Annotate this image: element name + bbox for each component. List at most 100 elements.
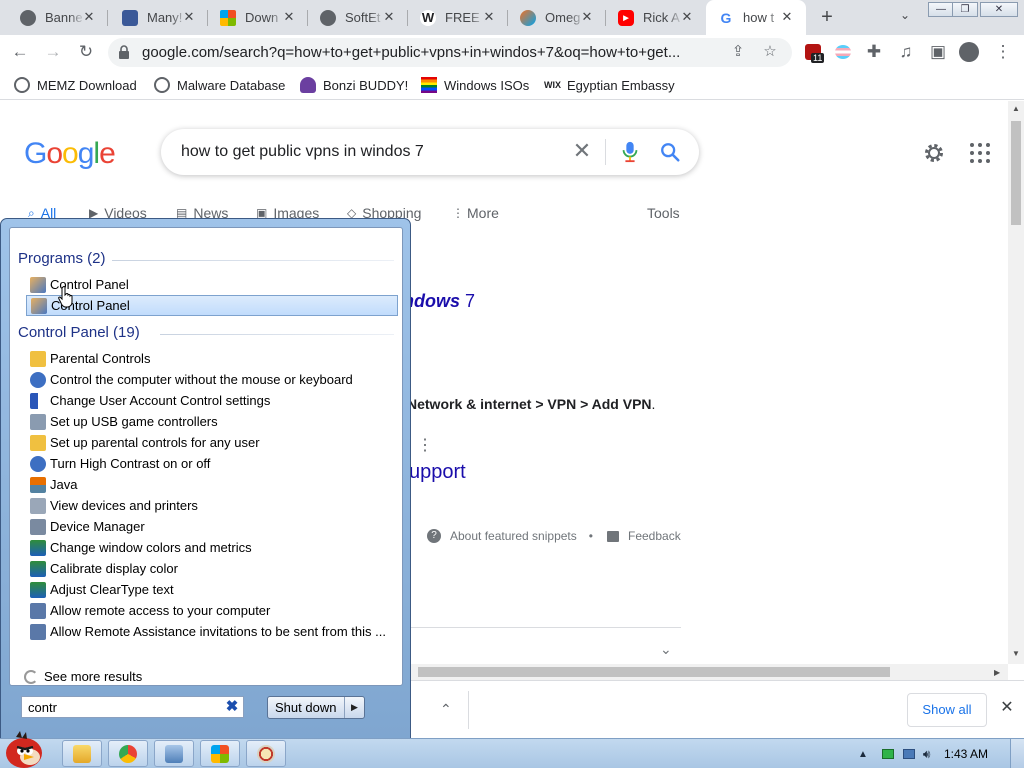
browser-tab-active[interactable]: G how t ✕	[706, 0, 806, 35]
control-panel-result[interactable]: Change window colors and metrics	[26, 537, 398, 558]
control-panel-result[interactable]: Calibrate display color	[26, 558, 398, 579]
control-panel-result[interactable]: Parental Controls	[26, 348, 398, 369]
apps-grid-icon[interactable]	[970, 143, 990, 163]
browser-tab[interactable]: SoftEt ✕	[308, 0, 408, 35]
side-panel-icon[interactable]: ▣	[927, 41, 949, 63]
back-arrow-icon[interactable]: ←	[9, 41, 31, 63]
search-icon[interactable]	[659, 141, 681, 163]
control-panel-result[interactable]: Adjust ClearType text	[26, 579, 398, 600]
reload-icon[interactable]: ↻	[75, 41, 97, 63]
close-icon[interactable]: ✕	[382, 10, 396, 24]
browser-tab[interactable]: Omeg ✕	[508, 0, 606, 35]
google-logo[interactable]: Google	[24, 137, 116, 171]
scroll-right-arrow-icon[interactable]: ▶	[994, 668, 1000, 677]
browser-tab[interactable]: ▶ Rick A ✕	[606, 0, 706, 35]
more-menu-icon[interactable]: ⋮	[992, 41, 1014, 63]
clear-search-icon[interactable]: ✖	[224, 699, 240, 715]
bookmark-item[interactable]: WIX Egyptian Embassy	[544, 75, 675, 95]
profile-avatar-icon[interactable]	[958, 41, 980, 63]
chevron-down-icon[interactable]: ⌄	[896, 8, 914, 26]
see-more-results-link[interactable]: See more results	[24, 669, 142, 684]
horizontal-scrollbar[interactable]: ▶	[404, 664, 1008, 680]
more-options-icon[interactable]: ⋮	[417, 435, 433, 455]
shutdown-button[interactable]: Shut down ▶	[267, 696, 365, 719]
close-icon[interactable]: ✕	[82, 10, 96, 24]
taskbar-paint-button[interactable]	[246, 740, 286, 767]
puzzle-extensions-icon[interactable]: ✚	[863, 41, 885, 63]
address-bar[interactable]: google.com/search?q=how+to+get+public+vp…	[108, 38, 792, 67]
scroll-down-arrow-icon[interactable]: ▼	[1012, 650, 1020, 658]
close-icon[interactable]: ✕	[780, 10, 794, 24]
show-hidden-icons-icon[interactable]: ▲	[858, 749, 868, 760]
restore-button[interactable]: ❐	[952, 2, 978, 17]
result-link[interactable]: upport	[409, 461, 466, 484]
media-control-icon[interactable]: ♫	[895, 41, 917, 63]
network-tray-icon[interactable]	[902, 749, 915, 759]
bookmark-item[interactable]: Windows ISOs	[421, 75, 529, 95]
chevron-up-icon[interactable]: ⌃	[440, 701, 454, 717]
bookmark-star-icon[interactable]: ☆	[760, 42, 780, 62]
control-panel-result[interactable]: Set up USB game controllers	[26, 411, 398, 432]
bookmark-item[interactable]: MEMZ Download	[14, 75, 137, 95]
programs-group-header[interactable]: Programs (2)	[18, 250, 106, 267]
microphone-icon[interactable]	[621, 141, 639, 163]
start-button-angry-bird-icon[interactable]	[2, 729, 46, 768]
control-panel-result[interactable]: View devices and printers	[26, 495, 398, 516]
control-panel-result[interactable]: Set up parental controls for any user	[26, 432, 398, 453]
battery-icon[interactable]	[881, 749, 894, 759]
trans-flag-extension-icon[interactable]	[832, 41, 854, 63]
scroll-up-arrow-icon[interactable]: ▲	[1012, 105, 1020, 113]
start-search-input[interactable]	[22, 697, 220, 717]
close-icon[interactable]: ✕	[182, 10, 196, 24]
bookmark-item[interactable]: Bonzi BUDDY!	[300, 75, 408, 95]
close-icon[interactable]: ✕	[999, 700, 1015, 716]
close-icon[interactable]: ✕	[680, 10, 694, 24]
browser-tab[interactable]: Down ✕	[208, 0, 308, 35]
search-input[interactable]: how to get public vpns in windos 7	[181, 143, 424, 161]
program-result-selected[interactable]: Control Panel	[26, 295, 398, 316]
taskbar-network-button[interactable]	[154, 740, 194, 767]
lock-icon[interactable]	[118, 45, 130, 59]
control-panel-result[interactable]: Change User Account Control settings	[26, 390, 398, 411]
tools-button[interactable]: Tools	[647, 205, 680, 221]
extension-icon[interactable]: 11	[802, 41, 825, 63]
scrollbar-thumb[interactable]	[418, 667, 890, 677]
new-tab-button[interactable]: +	[817, 6, 837, 28]
clear-search-icon[interactable]: ✕	[571, 140, 593, 162]
close-icon[interactable]: ✕	[282, 10, 296, 24]
about-featured-snippets-link[interactable]: ? About featured snippets •	[427, 529, 593, 543]
control-panel-group-header[interactable]: Control Panel (19)	[18, 324, 140, 341]
control-panel-result[interactable]: Device Manager	[26, 516, 398, 537]
close-icon[interactable]: ✕	[482, 10, 496, 24]
browser-tab[interactable]: Many! ✕	[110, 0, 208, 35]
minimize-button[interactable]: —	[928, 2, 954, 17]
bookmark-item[interactable]: Malware Database	[154, 75, 285, 95]
url-text[interactable]: google.com/search?q=how+to+get+public+vp…	[142, 44, 718, 61]
start-search-box[interactable]: ✖	[21, 696, 244, 718]
forward-arrow-icon[interactable]: →	[42, 41, 64, 63]
control-panel-result[interactable]: Control the computer without the mouse o…	[26, 369, 398, 390]
share-icon[interactable]: ⇪	[728, 42, 748, 62]
volume-icon[interactable]: 🔊︎	[923, 747, 931, 762]
control-panel-result[interactable]: Allow Remote Assistance invitations to b…	[26, 621, 398, 642]
shutdown-options-arrow-icon[interactable]: ▶	[344, 697, 364, 718]
tab-more[interactable]: ⋮ More	[452, 205, 499, 221]
close-icon[interactable]: ✕	[580, 10, 594, 24]
chevron-down-icon[interactable]: ⌄	[660, 641, 676, 657]
show-all-button[interactable]: Show all	[907, 693, 987, 727]
gear-icon[interactable]	[922, 141, 946, 165]
browser-tab[interactable]: Banne ✕	[8, 0, 108, 35]
program-result[interactable]: Control Panel	[26, 274, 398, 295]
control-panel-result[interactable]: Java	[26, 474, 398, 495]
scrollbar-thumb[interactable]	[1011, 121, 1021, 225]
show-desktop-button[interactable]	[1010, 739, 1024, 768]
feedback-link[interactable]: Feedback	[607, 529, 681, 543]
taskbar-clock[interactable]: 1:43 AM	[944, 747, 988, 761]
featured-snippet-title[interactable]: ndows 7	[403, 291, 475, 312]
control-panel-result[interactable]: Allow remote access to your computer	[26, 600, 398, 621]
vertical-scrollbar[interactable]: ▲ ▼	[1008, 101, 1024, 664]
browser-tab[interactable]: W FREE I ✕	[408, 0, 508, 35]
control-panel-result[interactable]: Turn High Contrast on or off	[26, 453, 398, 474]
taskbar-windows-button[interactable]	[200, 740, 240, 767]
search-box[interactable]: how to get public vpns in windos 7 ✕	[161, 129, 699, 175]
